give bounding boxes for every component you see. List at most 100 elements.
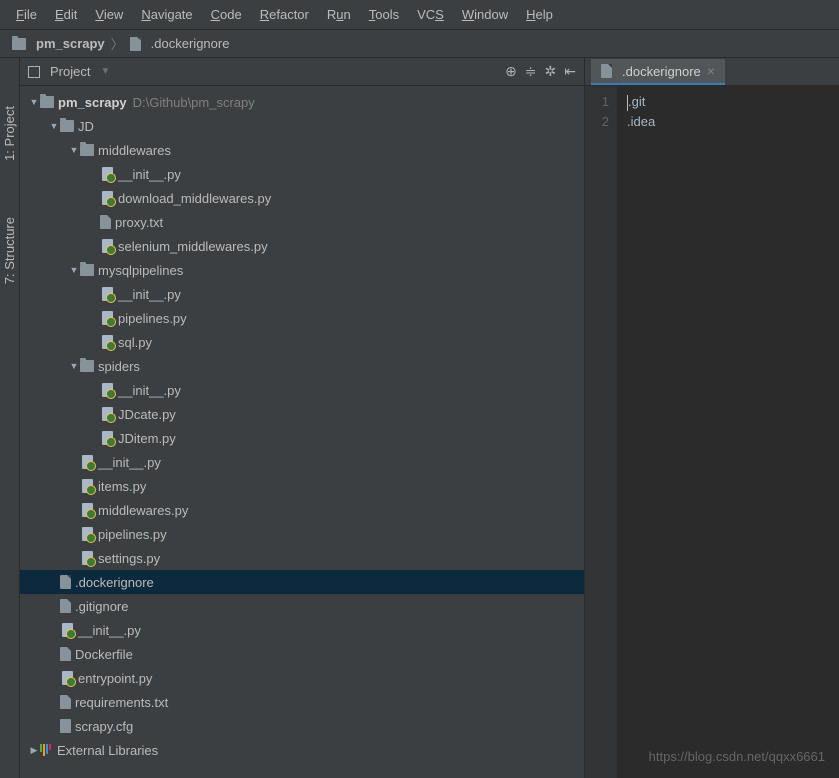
breadcrumb-separator-icon: 〉 [111, 34, 124, 53]
menu-navigate[interactable]: Navigate [133, 3, 200, 26]
tree-file[interactable]: __init__.py [20, 162, 584, 186]
tree-root-label: pm_scrapy [58, 95, 127, 110]
tree-file[interactable]: JDcate.py [20, 402, 584, 426]
python-file-icon [100, 407, 114, 421]
tree-file[interactable]: JDitem.py [20, 426, 584, 450]
tree-file[interactable]: __init__.py [20, 378, 584, 402]
folder-icon [12, 38, 26, 50]
tree-file[interactable]: __init__.py [20, 282, 584, 306]
editor-area: .dockerignore × 1 2 .git .idea https://b… [585, 58, 839, 778]
sidebar-tab-structure[interactable]: 7: Structure [0, 209, 19, 292]
python-file-icon [80, 479, 94, 493]
tree-file[interactable]: selenium_middlewares.py [20, 234, 584, 258]
project-panel-title[interactable]: Project [50, 64, 90, 79]
hide-icon[interactable]: ⇤ [564, 63, 576, 80]
tree-file[interactable]: download_middlewares.py [20, 186, 584, 210]
tree-root-path: D:\Github\pm_scrapy [133, 95, 255, 110]
folder-icon [80, 360, 94, 372]
tree-folder-spiders[interactable]: ▼spiders [20, 354, 584, 378]
locate-icon[interactable]: ⊕ [505, 63, 517, 80]
tree-file[interactable]: pipelines.py [20, 522, 584, 546]
python-file-icon [80, 503, 94, 517]
tree-file[interactable]: scrapy.cfg [20, 714, 584, 738]
breadcrumb-file[interactable]: .dockerignore [151, 36, 230, 51]
project-tool-window: Project ▼ ⊕ ≑ ✲ ⇤ ▼ pm_scrapy D:\Github\… [20, 58, 585, 778]
tree-root[interactable]: ▼ pm_scrapy D:\Github\pm_scrapy [20, 90, 584, 114]
editor-tab-label: .dockerignore [622, 64, 701, 79]
menu-view[interactable]: View [87, 3, 131, 26]
file-icon [130, 37, 141, 51]
tree-file[interactable]: .gitignore [20, 594, 584, 618]
editor-tab-dockerignore[interactable]: .dockerignore × [591, 59, 725, 85]
dropdown-arrow-icon[interactable]: ▼ [100, 66, 110, 77]
project-tree[interactable]: ▼ pm_scrapy D:\Github\pm_scrapy ▼JD ▼mid… [20, 86, 584, 778]
tree-file[interactable]: Dockerfile [20, 642, 584, 666]
python-file-icon [60, 671, 74, 685]
chevron-down-icon[interactable]: ▼ [68, 265, 80, 275]
menu-help[interactable]: Help [518, 3, 561, 26]
editor-code[interactable]: .git .idea [617, 86, 839, 778]
watermark-text: https://blog.csdn.net/qqxx6661 [649, 749, 825, 764]
folder-icon [80, 144, 94, 156]
menubar: File Edit View Navigate Code Refactor Ru… [0, 0, 839, 30]
tree-file[interactable]: entrypoint.py [20, 666, 584, 690]
config-file-icon [60, 719, 71, 733]
tree-file-dockerignore[interactable]: .dockerignore [20, 570, 584, 594]
gear-icon[interactable]: ✲ [545, 63, 557, 80]
collapse-icon[interactable]: ≑ [525, 63, 537, 80]
tree-external-libraries[interactable]: ▶External Libraries [20, 738, 584, 762]
tool-window-bar: 1: Project 7: Structure [0, 58, 20, 778]
python-file-icon [100, 239, 114, 253]
tree-file[interactable]: requirements.txt [20, 690, 584, 714]
tree-file[interactable]: sql.py [20, 330, 584, 354]
python-file-icon [60, 623, 74, 637]
tree-file[interactable]: items.py [20, 474, 584, 498]
editor-gutter: 1 2 [585, 86, 617, 778]
line-number: 2 [585, 112, 609, 132]
tree-folder-mysqlpipelines[interactable]: ▼mysqlpipelines [20, 258, 584, 282]
chevron-down-icon[interactable]: ▼ [48, 121, 60, 131]
menu-tools[interactable]: Tools [361, 3, 407, 26]
file-icon [601, 64, 612, 78]
python-file-icon [80, 551, 94, 565]
python-file-icon [100, 383, 114, 397]
text-file-icon [100, 215, 111, 229]
menu-window[interactable]: Window [454, 3, 516, 26]
python-file-icon [100, 191, 114, 205]
breadcrumb-root[interactable]: pm_scrapy [36, 36, 105, 51]
close-tab-icon[interactable]: × [707, 63, 715, 79]
editor-tabs: .dockerignore × [585, 58, 839, 86]
text-file-icon [60, 647, 71, 661]
menu-run[interactable]: Run [319, 3, 359, 26]
python-file-icon [100, 311, 114, 325]
project-view-icon [28, 66, 40, 78]
python-file-icon [100, 287, 114, 301]
editor-content[interactable]: 1 2 .git .idea https://blog.csdn.net/qqx… [585, 86, 839, 778]
folder-icon [80, 264, 94, 276]
tree-file[interactable]: settings.py [20, 546, 584, 570]
menu-refactor[interactable]: Refactor [252, 3, 317, 26]
code-line: .git [628, 94, 645, 109]
chevron-down-icon[interactable]: ▼ [68, 145, 80, 155]
tree-file[interactable]: middlewares.py [20, 498, 584, 522]
chevron-down-icon[interactable]: ▼ [68, 361, 80, 371]
text-file-icon [60, 695, 71, 709]
tree-file[interactable]: proxy.txt [20, 210, 584, 234]
tree-file[interactable]: __init__.py [20, 450, 584, 474]
project-panel-header: Project ▼ ⊕ ≑ ✲ ⇤ [20, 58, 584, 86]
text-file-icon [60, 575, 71, 589]
chevron-down-icon[interactable]: ▼ [28, 97, 40, 107]
menu-edit[interactable]: Edit [47, 3, 85, 26]
folder-icon [60, 120, 74, 132]
tree-file[interactable]: __init__.py [20, 618, 584, 642]
chevron-right-icon[interactable]: ▶ [28, 745, 40, 756]
tree-file[interactable]: pipelines.py [20, 306, 584, 330]
python-file-icon [100, 335, 114, 349]
menu-code[interactable]: Code [203, 3, 250, 26]
menu-file[interactable]: File [8, 3, 45, 26]
tree-folder-jd[interactable]: ▼JD [20, 114, 584, 138]
libraries-icon [40, 744, 51, 756]
tree-folder-middlewares[interactable]: ▼middlewares [20, 138, 584, 162]
menu-vcs[interactable]: VCS [409, 3, 452, 26]
sidebar-tab-project[interactable]: 1: Project [0, 98, 19, 169]
